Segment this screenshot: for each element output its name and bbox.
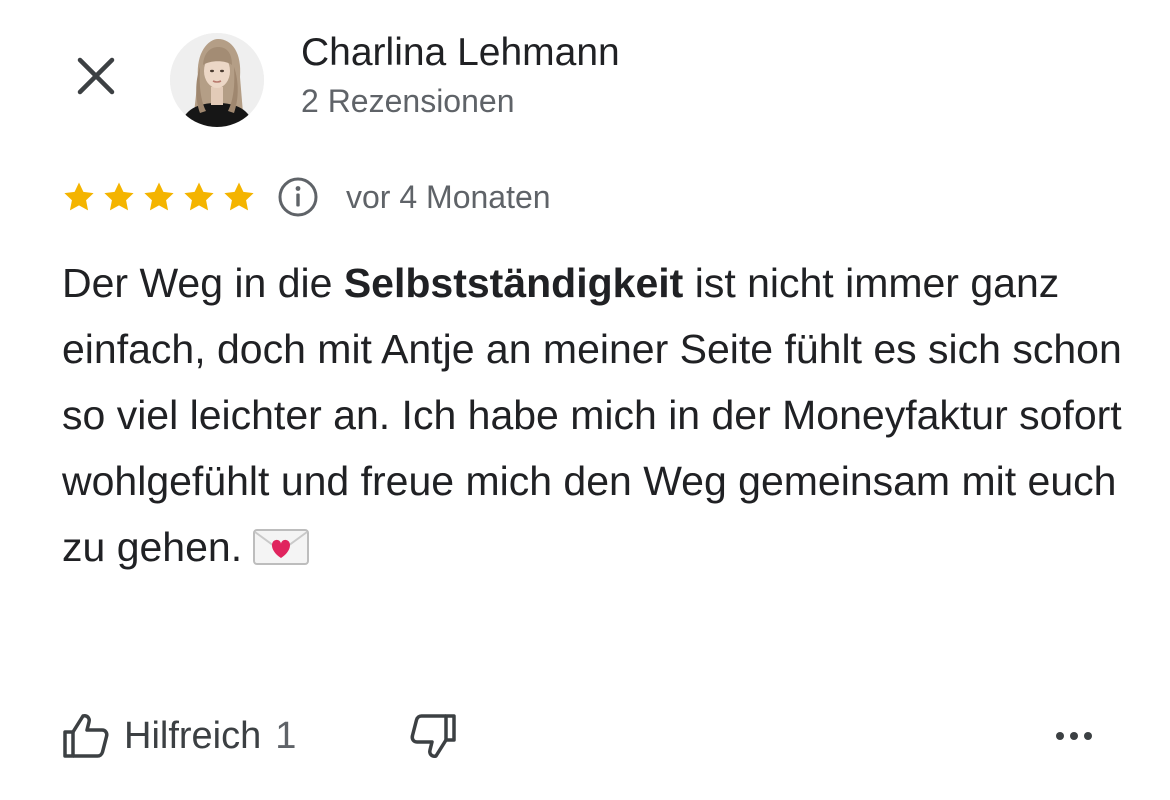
star-icon <box>144 182 174 211</box>
love-letter-icon <box>252 520 310 586</box>
helpful-count: 1 <box>275 715 297 757</box>
author-name[interactable]: Charlina Lehmann <box>301 30 620 76</box>
author-review-count: 2 Rezensionen <box>301 83 515 119</box>
review-text-end: ist nicht immer ganz einfach, doch mit A… <box>62 260 1122 570</box>
close-button[interactable] <box>70 50 122 102</box>
helpful-label: Hilfreich <box>124 715 262 757</box>
avatar-photo <box>170 33 264 127</box>
info-button[interactable] <box>276 175 320 219</box>
helpful-button[interactable]: Hilfreich 1 <box>60 706 296 766</box>
review-date: vor 4 Monaten <box>346 179 551 215</box>
close-icon <box>77 57 115 95</box>
rating-row: vor 4 Monaten <box>62 174 551 220</box>
star-icon <box>224 182 254 211</box>
more-options-button[interactable] <box>1046 712 1102 760</box>
thumbs-up-icon <box>63 714 109 758</box>
review-text: Der Weg in die Selbstständigkeit ist nic… <box>62 250 1122 586</box>
avatar[interactable] <box>170 33 264 127</box>
star-rating <box>62 180 262 214</box>
review-text-bold: Selbstständigkeit <box>343 260 684 306</box>
review-text-start: Der Weg in die <box>62 260 344 306</box>
star-icon <box>104 182 134 211</box>
more-options-icon <box>1056 732 1092 740</box>
star-icon <box>64 182 94 211</box>
info-icon <box>278 177 318 217</box>
star-icon <box>184 182 214 211</box>
not-helpful-button[interactable] <box>404 706 464 766</box>
thumbs-down-icon <box>410 714 456 758</box>
